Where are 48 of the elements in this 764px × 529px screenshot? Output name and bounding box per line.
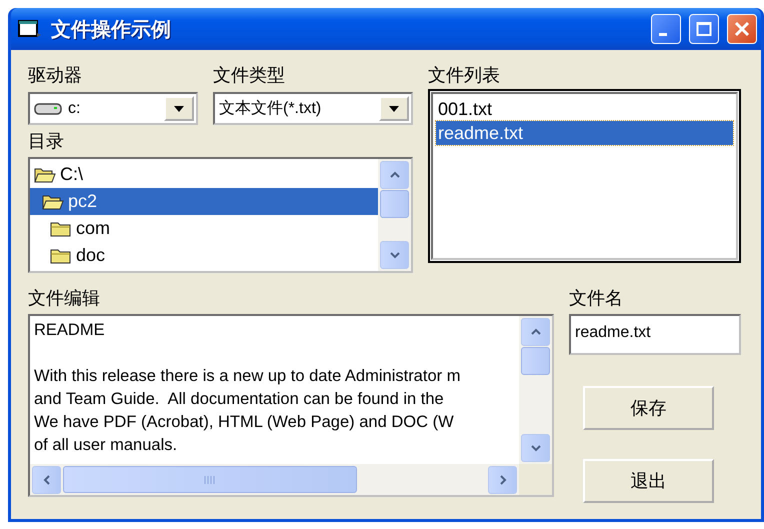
close-icon: [734, 21, 750, 37]
file-type-label: 文件类型: [213, 64, 286, 86]
directory-item[interactable]: C:\: [30, 161, 378, 188]
file-type-dropdown[interactable]: 文本文件(*.txt): [213, 92, 413, 125]
hard-drive-icon: [34, 102, 64, 116]
directory-item[interactable]: pc2: [30, 188, 378, 215]
vertical-scrollbar[interactable]: [519, 316, 552, 464]
open-folder-icon: [42, 192, 64, 210]
save-button[interactable]: 保存: [583, 386, 714, 430]
scroll-down-button[interactable]: [521, 434, 550, 462]
file-edit-label: 文件编辑: [28, 287, 101, 309]
directory-item[interactable]: doc: [30, 242, 378, 269]
window-app-icon: [17, 18, 43, 40]
scroll-up-button[interactable]: [521, 318, 550, 346]
file-name-label: 文件名: [569, 287, 624, 309]
file-list-item[interactable]: 001.txt: [436, 97, 733, 121]
text-editor[interactable]: README With this release there is a new up to date Administrator m and Team Guide. All documentation can be found in the We have PDF (Acrobat), HTML (Web Page) and DOC (W of all user manuals.: [28, 314, 554, 497]
scroll-right-button[interactable]: [488, 466, 517, 494]
minimize-icon: [659, 32, 667, 36]
open-folder-icon: [34, 166, 56, 184]
vertical-scrollbar[interactable]: [378, 159, 411, 271]
directory-label: 目录: [28, 130, 65, 152]
folder-icon: [50, 220, 72, 238]
scroll-thumb[interactable]: [521, 347, 550, 375]
folder-icon: [50, 246, 72, 264]
file-list-label: 文件列表: [428, 64, 501, 86]
editor-text: README With this release there is a new up to date Administrator m and Team Guide. All documentation can be found in the We have PDF (Acrobat), HTML (Web Page) and DOC (W of all user manuals.: [33, 320, 462, 456]
scroll-thumb[interactable]: [63, 466, 357, 493]
scroll-left-button[interactable]: [32, 466, 61, 494]
dropdown-arrow-icon: [173, 104, 185, 112]
scrollbar-corner: [519, 464, 552, 495]
maximize-button[interactable]: [689, 14, 719, 44]
file-name-field[interactable]: readme.txt: [569, 314, 741, 355]
drive-label: 驱动器: [28, 64, 83, 86]
close-button[interactable]: [727, 14, 757, 44]
window-title: 文件操作示例: [51, 18, 172, 42]
directory-item[interactable]: com: [30, 215, 378, 242]
drive-dropdown[interactable]: c:: [28, 92, 198, 125]
dropdown-arrow-icon: [388, 104, 400, 112]
minimize-button[interactable]: [651, 14, 681, 44]
horizontal-scrollbar[interactable]: [30, 464, 519, 495]
grip-icon: [203, 474, 217, 484]
scroll-thumb[interactable]: [380, 190, 409, 218]
scroll-up-button[interactable]: [380, 161, 409, 189]
scroll-down-button[interactable]: [380, 241, 409, 269]
exit-button[interactable]: 退出: [583, 459, 714, 503]
maximize-icon: [696, 21, 712, 37]
file-list-item[interactable]: readme.txt: [436, 121, 733, 145]
